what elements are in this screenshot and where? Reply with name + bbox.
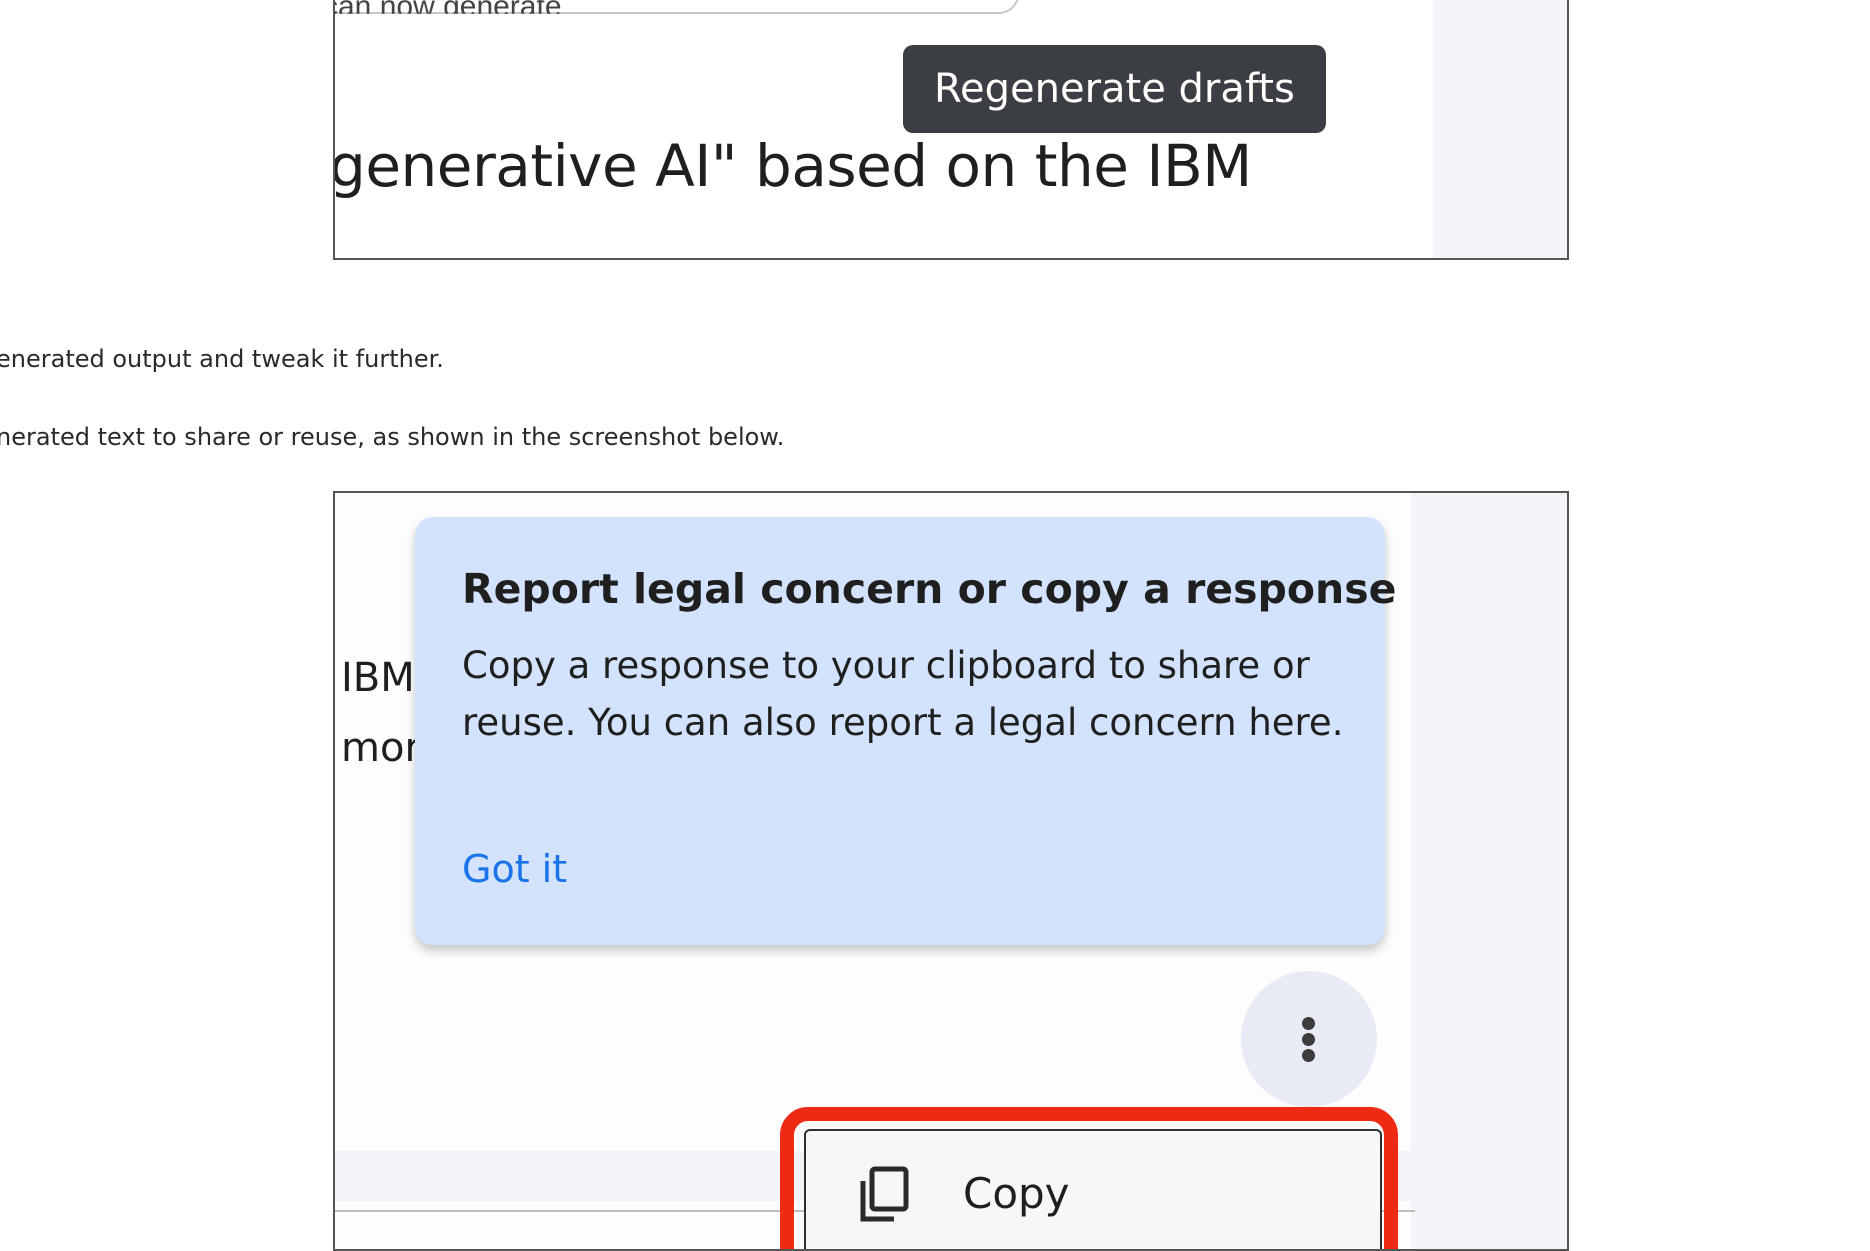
side-panel — [1433, 0, 1567, 258]
response-text: mor — [341, 725, 421, 771]
prompt-input-text: can now generate — [333, 0, 562, 23]
callout-body: Copy a response to your clipboard to sha… — [462, 644, 1344, 744]
side-panel — [1411, 493, 1567, 1249]
bottom-screenshot: IBM mor Report legal concern or copy a r… — [333, 491, 1569, 1251]
article-text-line: nerated text to share or reuse, as shown… — [0, 423, 785, 451]
regenerate-tooltip: Regenerate drafts — [903, 45, 1326, 133]
article-text-line: enerated output and tweak it further. — [0, 345, 444, 373]
response-text: generative AI" based on the IBM — [333, 132, 1252, 200]
callout-title: Report legal concern or copy a response — [462, 565, 1397, 613]
got-it-button[interactable]: Got it — [462, 847, 567, 891]
onboarding-callout: Report legal concern or copy a response … — [415, 517, 1396, 945]
copy-icon — [858, 1165, 910, 1225]
prompt-input[interactable]: can now generate — [335, 0, 1019, 14]
top-screenshot: can now generate Regenerate drafts gener… — [333, 0, 1569, 260]
more-options-button[interactable] — [1241, 971, 1377, 1107]
response-text: IBM — [341, 655, 415, 701]
copy-menu-item[interactable]: Copy — [804, 1129, 1382, 1249]
copy-label: Copy — [963, 1169, 1070, 1218]
